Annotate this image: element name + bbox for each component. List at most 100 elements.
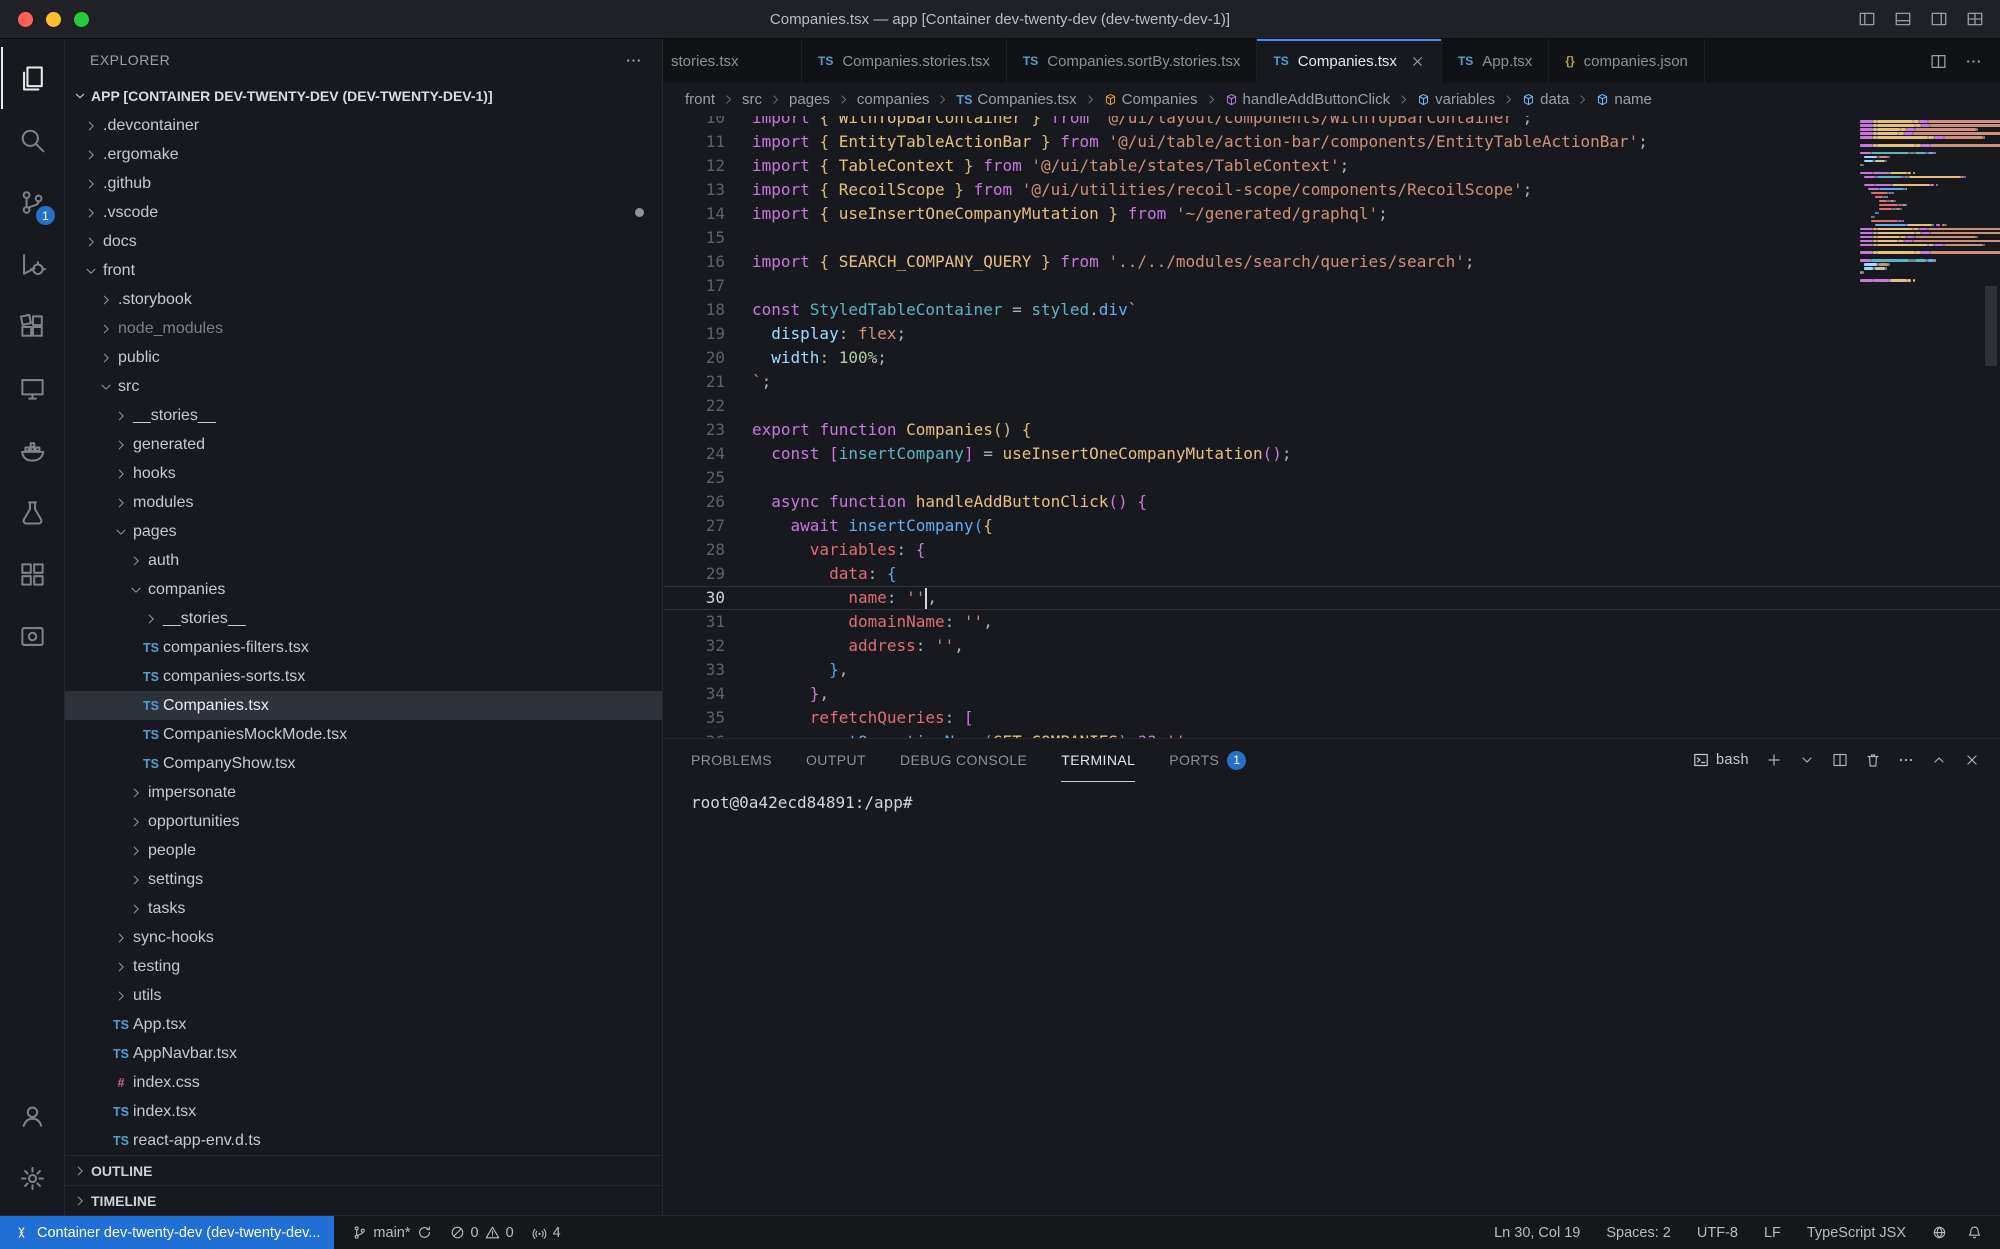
tree-file-index.css[interactable]: #index.css: [65, 1068, 662, 1097]
maximize-panel[interactable]: [1931, 752, 1947, 768]
terminal-instance-selector[interactable]: bash: [1693, 752, 1749, 768]
explorer-more-actions-icon[interactable]: [625, 52, 642, 69]
encoding-status[interactable]: UTF-8: [1697, 1225, 1738, 1241]
tab-companies.json[interactable]: {}companies.json: [1549, 39, 1705, 83]
activity-accounts[interactable]: [1, 1085, 63, 1147]
tab-App.tsx[interactable]: TSApp.tsx: [1442, 39, 1549, 83]
code-line-21[interactable]: 21`;: [663, 370, 2000, 394]
tree-folder-testing[interactable]: testing: [65, 952, 662, 981]
split-terminal[interactable]: [1832, 752, 1848, 768]
code-line-27[interactable]: 27 await insertCompany({: [663, 514, 2000, 538]
code-line-13[interactable]: 13import { RecoilScope } from '@/ui/util…: [663, 178, 2000, 202]
tree-folder-__stories__[interactable]: __stories__: [65, 401, 662, 430]
code-line-14[interactable]: 14import { useInsertOneCompanyMutation }…: [663, 202, 2000, 226]
close-panel[interactable]: [1964, 752, 1980, 768]
launch-profile[interactable]: [1799, 752, 1815, 768]
eol-status[interactable]: LF: [1764, 1225, 1781, 1241]
tree-folder-utils[interactable]: utils: [65, 981, 662, 1010]
code-line-20[interactable]: 20 width: 100%;: [663, 346, 2000, 370]
split-editor[interactable]: [1930, 53, 1947, 70]
tab-Companies.tsx[interactable]: TSCompanies.tsx: [1257, 39, 1442, 83]
code-line-35[interactable]: 35 refetchQueries: [: [663, 706, 2000, 730]
code-line-36[interactable]: 36 getOperationName(GET_COMPANIES) ?? ''…: [663, 730, 2000, 738]
code-view[interactable]: 10import { WithTopBarContainer } from '@…: [663, 116, 2000, 738]
tree-folder-docs[interactable]: docs: [65, 227, 662, 256]
activity-kubernetes[interactable]: [1, 543, 63, 605]
panel-tab-debug-console[interactable]: DEBUG CONSOLE: [900, 739, 1027, 781]
tree-folder-.github[interactable]: .github: [65, 169, 662, 198]
breadcrumb-item-pages[interactable]: pages: [789, 91, 830, 108]
tree-folder-front[interactable]: front: [65, 256, 662, 285]
tree-folder-opportunities[interactable]: opportunities: [65, 807, 662, 836]
ports-globe[interactable]: [1932, 1225, 1947, 1240]
tree-file-CompaniesMockMode.tsx[interactable]: TSCompaniesMockMode.tsx: [65, 720, 662, 749]
minimize-window-button[interactable]: [46, 12, 61, 27]
tree-file-CompanyShow.tsx[interactable]: TSCompanyShow.tsx: [65, 749, 662, 778]
panel-more-actions[interactable]: [1898, 752, 1914, 768]
tree-file-AppNavbar.tsx[interactable]: TSAppNavbar.tsx: [65, 1039, 662, 1068]
code-line-17[interactable]: 17: [663, 274, 2000, 298]
tree-folder-.storybook[interactable]: .storybook: [65, 285, 662, 314]
tab-Companies.stories.tsx[interactable]: TSCompanies.stories.tsx: [802, 39, 1007, 83]
tree-folder-__stories__[interactable]: __stories__: [65, 604, 662, 633]
tree-folder-modules[interactable]: modules: [65, 488, 662, 517]
tree-file-Companies.tsx[interactable]: TSCompanies.tsx: [65, 691, 662, 720]
code-line-18[interactable]: 18const StyledTableContainer = styled.di…: [663, 298, 2000, 322]
panel-tab-problems[interactable]: PROBLEMS: [691, 739, 772, 781]
tree-folder-impersonate[interactable]: impersonate: [65, 778, 662, 807]
tree-folder-.vscode[interactable]: .vscode: [65, 198, 662, 227]
close-tab-button[interactable]: [1410, 54, 1425, 69]
editor-area[interactable]: 10import { WithTopBarContainer } from '@…: [663, 116, 2000, 738]
editor-more-actions[interactable]: [1965, 53, 1982, 70]
panel-tab-output[interactable]: OUTPUT: [806, 739, 866, 781]
tree-folder-people[interactable]: people: [65, 836, 662, 865]
code-line-34[interactable]: 34 },: [663, 682, 2000, 706]
breadcrumb-item-data[interactable]: data: [1522, 91, 1569, 108]
code-line-15[interactable]: 15: [663, 226, 2000, 250]
notifications[interactable]: [1967, 1225, 1982, 1240]
tree-folder-hooks[interactable]: hooks: [65, 459, 662, 488]
breadcrumb-item-Companies.tsx[interactable]: TSCompanies.tsx: [956, 91, 1076, 108]
toggle-primary-sidebar[interactable]: [1858, 10, 1876, 28]
activity-docker[interactable]: [1, 419, 63, 481]
code-line-33[interactable]: 33 },: [663, 658, 2000, 682]
zoom-window-button[interactable]: [74, 12, 89, 27]
tree-file-companies-sorts.tsx[interactable]: TScompanies-sorts.tsx: [65, 662, 662, 691]
tree-folder-node_modules[interactable]: node_modules: [65, 314, 662, 343]
activity-manage[interactable]: [1, 1147, 63, 1209]
code-line-25[interactable]: 25: [663, 466, 2000, 490]
close-window-button[interactable]: [18, 12, 33, 27]
toggle-secondary-sidebar[interactable]: [1930, 10, 1948, 28]
kill-terminal[interactable]: [1865, 752, 1881, 768]
code-line-23[interactable]: 23export function Companies() {: [663, 418, 2000, 442]
panel-tab-ports[interactable]: PORTS1: [1169, 739, 1246, 781]
activity-testing[interactable]: [1, 481, 63, 543]
tree-folder-tasks[interactable]: tasks: [65, 894, 662, 923]
code-line-31[interactable]: 31 domainName: '',: [663, 610, 2000, 634]
tree-folder-.devcontainer[interactable]: .devcontainer: [65, 111, 662, 140]
branch-status[interactable]: main*: [352, 1225, 431, 1241]
breadcrumb-item-handleAddButtonClick[interactable]: handleAddButtonClick: [1225, 91, 1391, 108]
tree-folder-.ergomake[interactable]: .ergomake: [65, 140, 662, 169]
tree-folder-companies[interactable]: companies: [65, 575, 662, 604]
activity-remote-explorer[interactable]: [1, 357, 63, 419]
tree-file-App.tsx[interactable]: TSApp.tsx: [65, 1010, 662, 1039]
new-terminal[interactable]: [1766, 752, 1782, 768]
code-line-30[interactable]: 30 name: '',: [663, 586, 2000, 610]
activity-source-control[interactable]: 1: [1, 171, 63, 233]
code-line-29[interactable]: 29 data: {: [663, 562, 2000, 586]
tree-folder-generated[interactable]: generated: [65, 430, 662, 459]
breadcrumb-item-variables[interactable]: variables: [1417, 91, 1495, 108]
breadcrumb-item-front[interactable]: front: [685, 91, 715, 108]
tree-folder-src[interactable]: src: [65, 372, 662, 401]
breadcrumb-item-Companies[interactable]: Companies: [1104, 91, 1198, 108]
editor-scrollbar[interactable]: [1985, 286, 1997, 366]
timeline-section[interactable]: TIMELINE: [65, 1185, 662, 1215]
code-line-24[interactable]: 24 const [insertCompany] = useInsertOneC…: [663, 442, 2000, 466]
indentation-status[interactable]: Spaces: 2: [1606, 1225, 1671, 1241]
panel-tab-terminal[interactable]: TERMINAL: [1061, 739, 1135, 782]
code-line-11[interactable]: 11import { EntityTableActionBar } from '…: [663, 130, 2000, 154]
breadcrumb-item-companies[interactable]: companies: [857, 91, 930, 108]
terminal-content[interactable]: root@0a42ecd84891:/app#: [663, 781, 2000, 1215]
activity-extensions[interactable]: [1, 295, 63, 357]
